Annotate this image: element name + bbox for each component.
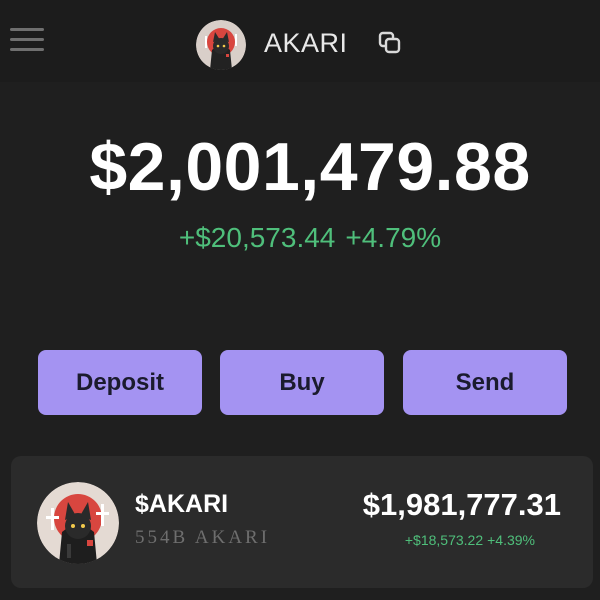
- copy-icon[interactable]: [377, 30, 403, 56]
- balance-change-percent: +4.79%: [345, 222, 442, 253]
- hamburger-menu-icon[interactable]: [10, 26, 44, 54]
- balance-change-amount: +$20,573.44: [178, 222, 336, 253]
- token-avatar: [37, 482, 119, 564]
- send-button[interactable]: Send: [403, 350, 567, 415]
- account-name[interactable]: AKARI: [264, 28, 348, 59]
- total-balance: $2,001,479.88: [89, 129, 531, 205]
- token-change: +$18,573.22 +4.39%: [405, 532, 535, 548]
- token-amount: 554B AKARI: [135, 527, 271, 548]
- token-change-percent: +4.39%: [487, 532, 535, 548]
- token-change-amount: +$18,573.22: [404, 532, 484, 548]
- token-value: $1,981,777.31: [362, 487, 561, 522]
- token-row-akari[interactable]: $AKARI 554B AKARI $1,981,777.31 +$18,573…: [11, 456, 593, 588]
- token-symbol: $AKARI: [135, 490, 229, 518]
- account-avatar[interactable]: [196, 20, 246, 70]
- buy-button[interactable]: Buy: [220, 350, 384, 415]
- deposit-button[interactable]: Deposit: [38, 350, 202, 415]
- top-bar: AKARI: [0, 0, 600, 82]
- balance-change: +$20,573.44 +4.79%: [0, 222, 600, 254]
